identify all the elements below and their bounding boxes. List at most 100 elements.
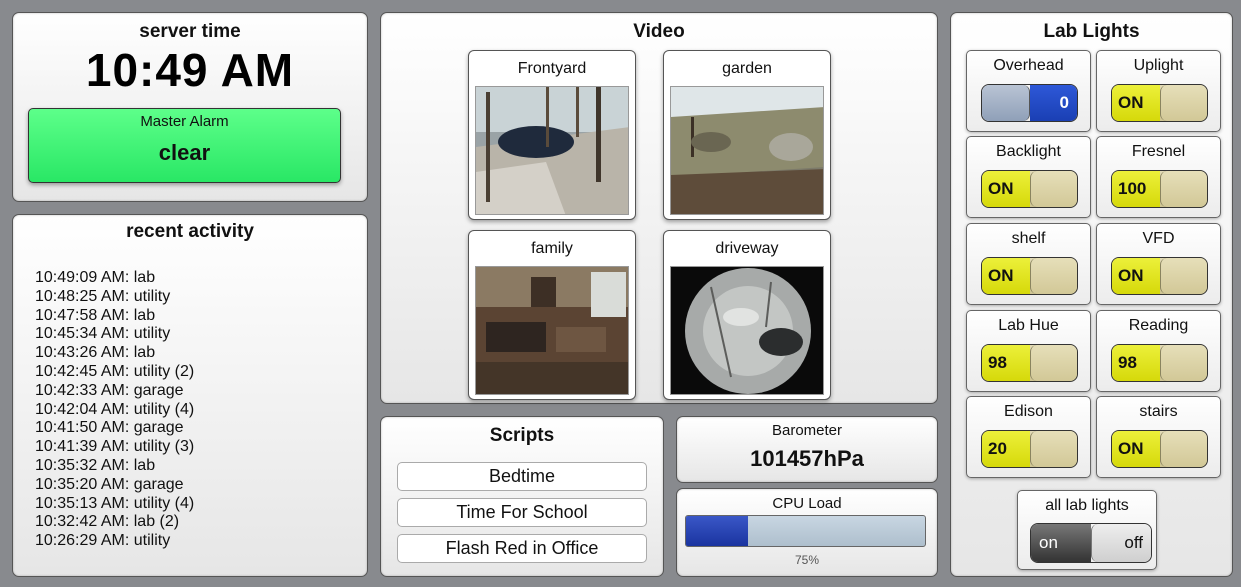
light-lab-hue: Lab Hue 98 bbox=[966, 310, 1091, 392]
switch-knob[interactable] bbox=[1160, 431, 1207, 467]
light-edison: Edison 20 bbox=[966, 396, 1091, 478]
list-item: 10:41:50 AM: garage bbox=[35, 419, 184, 437]
camera-image-garden[interactable] bbox=[670, 86, 824, 215]
light-name: stairs bbox=[1139, 403, 1178, 420]
switch-value: 20 bbox=[982, 431, 1030, 467]
backlight-switch[interactable]: ON bbox=[981, 170, 1078, 208]
all-lab-lights-toggle[interactable]: on off bbox=[1030, 523, 1152, 563]
camera-title: driveway bbox=[715, 240, 779, 257]
video-title: Video bbox=[633, 21, 685, 42]
all-lab-lights: all lab lights on off bbox=[1017, 490, 1157, 570]
switch-knob[interactable] bbox=[1160, 171, 1207, 207]
server-clock: 10:49 AM bbox=[85, 44, 295, 96]
list-item: 10:42:45 AM: utility (2) bbox=[35, 362, 195, 380]
list-item: 10:47:58 AM: lab bbox=[35, 306, 156, 324]
switch-value: ON bbox=[982, 258, 1030, 294]
list-item: 10:41:39 AM: utility (3) bbox=[35, 438, 195, 456]
light-name: Overhead bbox=[993, 57, 1064, 74]
all-lab-lights-label: all lab lights bbox=[1045, 497, 1129, 514]
list-item: 10:49:09 AM: lab bbox=[35, 269, 156, 286]
uplight-switch[interactable]: ON bbox=[1111, 84, 1208, 122]
camera-garden[interactable]: garden bbox=[663, 50, 831, 220]
switch-value: 98 bbox=[982, 345, 1030, 381]
cpu-load-panel: CPU Load 75% bbox=[676, 488, 938, 577]
camera-title: Frontyard bbox=[517, 60, 587, 77]
stairs-switch[interactable]: ON bbox=[1111, 430, 1208, 468]
barometer-label: Barometer bbox=[771, 422, 843, 439]
switch-knob[interactable] bbox=[982, 85, 1030, 121]
light-name: Edison bbox=[1004, 403, 1053, 420]
lab-lights-title: Lab Lights bbox=[1043, 21, 1140, 42]
light-name: VFD bbox=[1142, 230, 1175, 247]
cpu-load-fill bbox=[686, 516, 749, 546]
light-name: Backlight bbox=[996, 143, 1061, 160]
light-vfd: VFD ON bbox=[1096, 223, 1221, 305]
all-on-button[interactable]: on bbox=[1031, 524, 1091, 562]
light-shelf: shelf ON bbox=[966, 223, 1091, 305]
list-item: 10:48:25 AM: utility bbox=[35, 287, 171, 305]
switch-value: ON bbox=[1112, 258, 1160, 294]
switch-knob[interactable] bbox=[1030, 431, 1077, 467]
cpu-load-percent: 75% bbox=[794, 553, 820, 567]
reading-switch[interactable]: 98 bbox=[1111, 344, 1208, 382]
light-fresnel: Fresnel 100 bbox=[1096, 136, 1221, 218]
barometer-panel: Barometer 101457hPa bbox=[676, 416, 938, 483]
light-stairs: stairs ON bbox=[1096, 396, 1221, 478]
activity-list: 10:49:09 AM: lab 10:48:25 AM: utility 10… bbox=[35, 269, 367, 551]
list-item: 10:35:13 AM: utility (4) bbox=[35, 494, 195, 512]
switch-value: 98 bbox=[1112, 345, 1160, 381]
light-overhead: Overhead 0 bbox=[966, 50, 1091, 132]
light-name: Lab Hue bbox=[998, 317, 1059, 334]
recent-activity-panel: recent activity 10:49:09 AM: lab 10:48:2… bbox=[12, 214, 368, 577]
list-item: 10:35:32 AM: lab bbox=[35, 456, 156, 474]
camera-frontyard[interactable]: Frontyard bbox=[468, 50, 636, 220]
vfd-switch[interactable]: ON bbox=[1111, 257, 1208, 295]
recent-activity-title: recent activity bbox=[126, 221, 254, 242]
overhead-dimmer-switch[interactable]: 0 bbox=[981, 84, 1078, 122]
camera-image-driveway[interactable] bbox=[670, 266, 824, 395]
light-name: Fresnel bbox=[1131, 143, 1186, 160]
all-off-button[interactable]: off bbox=[1091, 524, 1151, 562]
scripts-title: Scripts bbox=[489, 425, 555, 446]
switch-value: ON bbox=[1112, 431, 1160, 467]
switch-knob[interactable] bbox=[1030, 345, 1077, 381]
camera-image-family[interactable] bbox=[475, 266, 629, 395]
camera-family[interactable]: family bbox=[468, 230, 636, 400]
light-name: shelf bbox=[1011, 230, 1046, 247]
switch-value: 100 bbox=[1112, 171, 1160, 207]
master-alarm-button[interactable]: Master Alarm clear bbox=[28, 108, 341, 183]
light-backlight: Backlight ON bbox=[966, 136, 1091, 218]
server-time-title: server time bbox=[139, 21, 241, 42]
camera-title: garden bbox=[722, 60, 772, 77]
switch-knob[interactable] bbox=[1160, 258, 1207, 294]
camera-image-frontyard[interactable] bbox=[475, 86, 629, 215]
switch-knob[interactable] bbox=[1160, 85, 1207, 121]
switch-knob[interactable] bbox=[1030, 171, 1077, 207]
list-item: 10:42:04 AM: utility (4) bbox=[35, 400, 195, 418]
switch-value: 0 bbox=[1030, 85, 1077, 121]
video-panel: Video Frontyard garden family driveway bbox=[380, 12, 938, 404]
master-alarm-label: Master Alarm bbox=[140, 113, 229, 130]
list-item: 10:32:42 AM: lab (2) bbox=[35, 513, 180, 531]
flash-red-in-office-button[interactable]: Flash Red in Office bbox=[397, 534, 647, 563]
barometer-value: 101457hPa bbox=[750, 446, 864, 471]
list-item: 10:45:34 AM: utility bbox=[35, 325, 171, 343]
camera-title: family bbox=[531, 240, 573, 257]
list-item: 10:42:33 AM: garage bbox=[35, 381, 184, 399]
fresnel-switch[interactable]: 100 bbox=[1111, 170, 1208, 208]
list-item: 10:26:29 AM: utility bbox=[35, 532, 171, 550]
switch-value: ON bbox=[982, 171, 1030, 207]
bedtime-button[interactable]: Bedtime bbox=[397, 462, 647, 491]
switch-value: ON bbox=[1112, 85, 1160, 121]
lab-hue-switch[interactable]: 98 bbox=[981, 344, 1078, 382]
time-for-school-button[interactable]: Time For School bbox=[397, 498, 647, 527]
lab-lights-panel: Lab Lights Overhead 0 Uplight ON Backlig… bbox=[950, 12, 1233, 577]
light-name: Reading bbox=[1128, 317, 1189, 334]
edison-switch[interactable]: 20 bbox=[981, 430, 1078, 468]
cpu-load-bar bbox=[685, 515, 926, 547]
switch-knob[interactable] bbox=[1160, 345, 1207, 381]
camera-driveway[interactable]: driveway bbox=[663, 230, 831, 400]
server-time-panel: server time 10:49 AM Master Alarm clear bbox=[12, 12, 368, 202]
switch-knob[interactable] bbox=[1030, 258, 1077, 294]
shelf-switch[interactable]: ON bbox=[981, 257, 1078, 295]
